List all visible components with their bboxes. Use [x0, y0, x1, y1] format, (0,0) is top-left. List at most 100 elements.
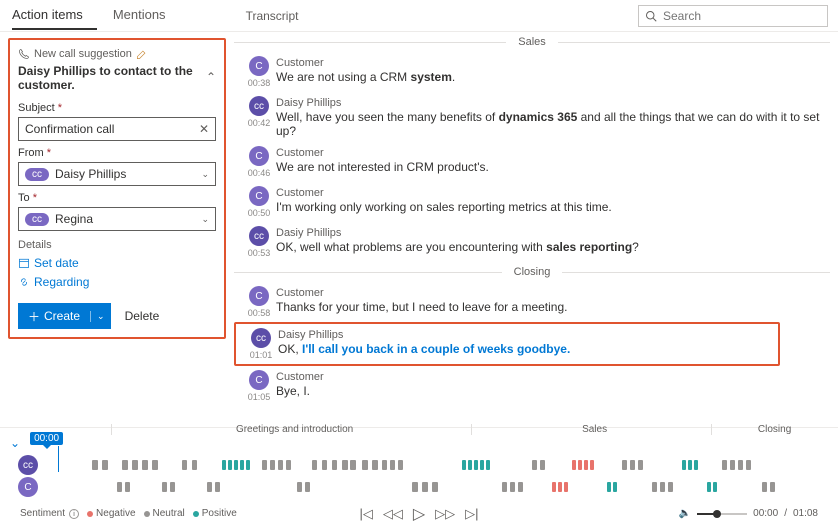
- sentiment-block: [682, 460, 686, 470]
- from-select[interactable]: cc Daisy Phillips ⌄: [18, 162, 216, 186]
- sentiment-block: [613, 482, 617, 492]
- sentiment-block: [770, 482, 775, 492]
- chevron-down-icon[interactable]: ⌄: [201, 214, 209, 225]
- volume-icon[interactable]: 🔈: [679, 508, 691, 519]
- transcript-turn[interactable]: cc00:53Dasiy PhillipsOK, well what probl…: [234, 222, 830, 262]
- avatar-agent: cc: [18, 455, 38, 475]
- to-chip: cc: [25, 213, 49, 226]
- speaker-name: Daisy Phillips: [276, 97, 822, 109]
- timestamp: 00:53: [248, 248, 271, 258]
- sentiment-block: [222, 460, 226, 470]
- sentiment-block: [532, 460, 537, 470]
- suggestion-description: Daisy Phillips to contact to the custome…: [18, 64, 216, 92]
- search-box[interactable]: [638, 5, 828, 27]
- turn-text: We are not using a CRM system.: [276, 70, 822, 84]
- playhead-badge: 00:00: [30, 432, 63, 445]
- speaker-name: Customer: [276, 371, 822, 383]
- transcript-turn[interactable]: C00:50CustomerI'm working only working o…: [234, 182, 830, 222]
- skip-forward-icon[interactable]: ▷|: [465, 506, 478, 522]
- edit-icon[interactable]: [136, 49, 147, 60]
- legend-negative: Negative: [96, 508, 135, 519]
- sentiment-block: [762, 482, 767, 492]
- search-input[interactable]: [663, 9, 821, 23]
- info-icon[interactable]: i: [69, 509, 79, 519]
- sentiment-block: [558, 482, 562, 492]
- collapse-timeline-icon[interactable]: ⌄: [10, 436, 20, 450]
- sentiment-block: [234, 460, 238, 470]
- timestamp: 00:50: [248, 208, 271, 218]
- chevron-down-icon[interactable]: ⌄: [201, 169, 209, 180]
- segment-sales: Sales: [471, 424, 711, 435]
- tab-mentions[interactable]: Mentions: [113, 1, 180, 30]
- timestamp: 00:58: [248, 308, 271, 318]
- sentiment-block: [564, 482, 568, 492]
- turn-text: We are not interested in CRM product's.: [276, 160, 822, 174]
- collapse-icon[interactable]: ⌃: [206, 70, 216, 84]
- sentiment-block: [412, 482, 418, 492]
- sentiment-block: [390, 460, 395, 470]
- subject-label: Subject *: [18, 102, 216, 114]
- sentiment-block: [182, 460, 187, 470]
- turn-text: Well, have you seen the many benefits of…: [276, 110, 822, 138]
- sentiment-block: [215, 482, 220, 492]
- call-suggestion-card: New call suggestion Daisy Phillips to co…: [8, 38, 226, 339]
- turn-text: Thanks for your time, but I need to leav…: [276, 300, 822, 314]
- turn-text: OK, well what problems are you encounter…: [276, 240, 822, 254]
- segment-greetings: Greetings and introduction: [111, 424, 471, 435]
- volume-slider[interactable]: [697, 513, 747, 515]
- sentiment-block: [730, 460, 735, 470]
- delete-link[interactable]: Delete: [125, 309, 160, 323]
- from-label: From *: [18, 147, 216, 159]
- rewind-icon[interactable]: ◁◁: [383, 506, 403, 522]
- tab-action-items[interactable]: Action items: [12, 1, 97, 30]
- clear-icon[interactable]: ✕: [199, 122, 209, 136]
- track-agent: cc: [10, 454, 828, 476]
- sentiment-block: [590, 460, 594, 470]
- timestamp: 01:05: [248, 392, 271, 402]
- subject-input[interactable]: Confirmation call ✕: [18, 117, 216, 141]
- skip-back-icon[interactable]: |◁: [359, 506, 372, 522]
- sentiment-block: [372, 460, 378, 470]
- from-chip: cc: [25, 168, 49, 181]
- sentiment-block: [270, 460, 275, 470]
- sentiment-block: [278, 460, 283, 470]
- playhead-line[interactable]: [58, 446, 59, 472]
- sentiment-block: [117, 482, 122, 492]
- avatar: C: [249, 146, 269, 166]
- from-value: Daisy Phillips: [55, 167, 126, 181]
- transcript-turn[interactable]: C00:38CustomerWe are not using a CRM sys…: [234, 52, 830, 92]
- timestamp: 00:38: [248, 78, 271, 88]
- sentiment-block: [297, 482, 302, 492]
- sentiment-block: [398, 460, 403, 470]
- tab-list: Action items Mentions: [12, 1, 196, 30]
- sentiment-block: [462, 460, 466, 470]
- avatar: C: [249, 370, 269, 390]
- sentiment-block: [746, 460, 751, 470]
- create-button[interactable]: ＋Create ⌄: [18, 303, 111, 329]
- sentiment-block: [510, 482, 515, 492]
- transcript-turn[interactable]: cc01:01Daisy PhillipsOK, I'll call you b…: [234, 322, 780, 366]
- avatar: cc: [251, 328, 271, 348]
- set-date-link[interactable]: Set date: [18, 256, 216, 270]
- regarding-link[interactable]: Regarding: [18, 275, 216, 289]
- forward-icon[interactable]: ▷▷: [435, 506, 455, 522]
- play-icon[interactable]: ▷: [413, 504, 425, 524]
- sentiment-block: [668, 482, 673, 492]
- legend-negative-dot: [87, 511, 93, 517]
- timeline-panel: ⌄ 00:00 Greetings and introduction Sales…: [0, 427, 838, 532]
- create-split-icon[interactable]: ⌄: [90, 311, 111, 322]
- avatar: C: [249, 56, 269, 76]
- sentiment-block: [350, 460, 356, 470]
- timestamp: 00:46: [248, 168, 271, 178]
- sentiment-block: [578, 460, 582, 470]
- sentiment-block: [607, 482, 611, 492]
- transcript-turn[interactable]: C00:46CustomerWe are not interested in C…: [234, 142, 830, 182]
- legend-positive: Positive: [202, 508, 237, 519]
- avatar: cc: [249, 96, 269, 116]
- transcript-turn[interactable]: C00:58CustomerThanks for your time, but …: [234, 282, 830, 322]
- sentiment-block: [540, 460, 545, 470]
- transcript-turn[interactable]: cc00:42Daisy PhillipsWell, have you seen…: [234, 92, 830, 142]
- avatar-customer: C: [18, 477, 38, 497]
- transcript-turn[interactable]: C01:05CustomerBye, I.: [234, 366, 830, 406]
- to-select[interactable]: cc Regina ⌄: [18, 207, 216, 231]
